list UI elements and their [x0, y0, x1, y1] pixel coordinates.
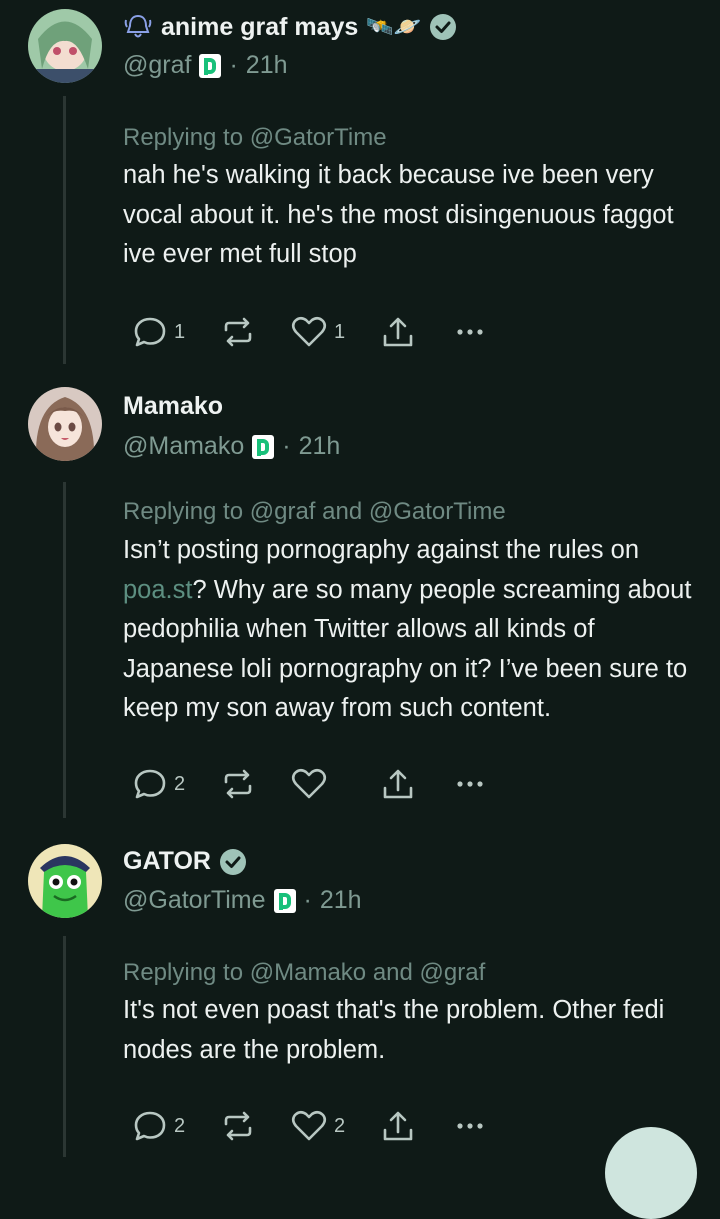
bell-ringing-icon: [124, 14, 152, 38]
repost-icon: [224, 317, 252, 347]
author-handle[interactable]: @graf: [123, 51, 191, 80]
mention-link[interactable]: @graf: [250, 498, 316, 525]
more-button[interactable]: [452, 766, 488, 802]
more-icon: [457, 1123, 483, 1129]
avatar[interactable]: [28, 844, 102, 918]
thread-line: [63, 482, 66, 818]
author-name[interactable]: anime graf mays 🛰️🪐: [123, 12, 457, 42]
mention-link[interactable]: @graf: [420, 959, 486, 986]
separator: ·: [303, 886, 312, 914]
replying-to: Replying to @graf and @GatorTime: [123, 498, 506, 525]
like-button[interactable]: [290, 766, 380, 802]
poast-icon: [199, 53, 222, 78]
reply-button[interactable]: 1: [132, 314, 220, 350]
mention-link[interactable]: @GatorTime: [250, 124, 387, 151]
author-name[interactable]: GATOR: [123, 847, 362, 876]
reply-count: 2: [174, 1114, 186, 1137]
post-body: nah he's walking it back because ive bee…: [123, 161, 674, 268]
thread-line: [63, 936, 66, 1157]
repost-button[interactable]: [220, 314, 290, 350]
separator: ·: [282, 432, 291, 460]
poast-icon: [252, 434, 275, 459]
repost-icon: [224, 769, 252, 799]
share-button[interactable]: [380, 314, 452, 350]
reply-icon: [134, 1111, 166, 1141]
domain-link[interactable]: poa.st: [123, 576, 192, 604]
repost-icon: [224, 1111, 252, 1141]
more-icon: [457, 329, 483, 335]
reply-count: 2: [174, 772, 186, 795]
post-graf[interactable]: anime graf mays 🛰️🪐 @graf · 21h Replying…: [0, 0, 720, 370]
share-button[interactable]: [380, 1108, 452, 1144]
share-icon: [383, 1111, 413, 1141]
avatar[interactable]: [28, 9, 102, 83]
reply-count: 1: [174, 320, 186, 343]
like-button[interactable]: 2: [290, 1108, 380, 1144]
more-button[interactable]: [452, 1108, 488, 1144]
poast-icon: [273, 888, 296, 913]
timestamp[interactable]: 21h: [299, 432, 341, 461]
share-button[interactable]: [380, 766, 452, 802]
mention-link[interactable]: @Mamako: [250, 959, 366, 986]
share-icon: [383, 769, 413, 799]
avatar[interactable]: [28, 387, 102, 461]
verified-icon: [430, 14, 457, 40]
more-icon: [457, 781, 483, 787]
reply-button[interactable]: 2: [132, 1108, 220, 1144]
verified-icon: [219, 848, 246, 875]
share-icon: [383, 317, 413, 347]
post-body: Isn’t posting pornography against the ru…: [123, 536, 692, 722]
timestamp[interactable]: 21h: [246, 51, 288, 80]
author-handle[interactable]: @GatorTime: [123, 886, 266, 915]
reply-icon: [134, 769, 166, 799]
like-icon: [291, 316, 327, 347]
compose-fab-button[interactable]: [605, 1127, 697, 1219]
timestamp[interactable]: 21h: [320, 886, 362, 915]
reply-button[interactable]: 2: [132, 766, 220, 802]
author-handle[interactable]: @Mamako: [123, 432, 244, 461]
like-count: 2: [334, 1114, 346, 1137]
post-mamako[interactable]: Mamako @Mamako · 21h Replying to @graf a…: [0, 370, 720, 826]
like-icon: [291, 1110, 327, 1141]
reply-icon: [134, 317, 166, 347]
like-icon: [291, 768, 327, 799]
like-button[interactable]: 1: [290, 314, 380, 350]
thread-line: [63, 96, 66, 364]
post-gator[interactable]: GATOR @GatorTime · 21h Replying to @Mama…: [0, 826, 720, 1157]
more-button[interactable]: [452, 314, 488, 350]
separator: ·: [229, 51, 238, 79]
replying-to: Replying to @Mamako and @graf: [123, 959, 486, 986]
mention-link[interactable]: @GatorTime: [369, 498, 506, 525]
like-count: 1: [334, 320, 346, 343]
repost-button[interactable]: [220, 1108, 290, 1144]
name-emoji: 🛰️🪐: [366, 14, 422, 39]
author-name[interactable]: Mamako: [123, 392, 340, 421]
post-body: It's not even poast that's the problem. …: [123, 996, 665, 1064]
repost-button[interactable]: [220, 766, 290, 802]
replying-to: Replying to @GatorTime: [123, 124, 387, 151]
